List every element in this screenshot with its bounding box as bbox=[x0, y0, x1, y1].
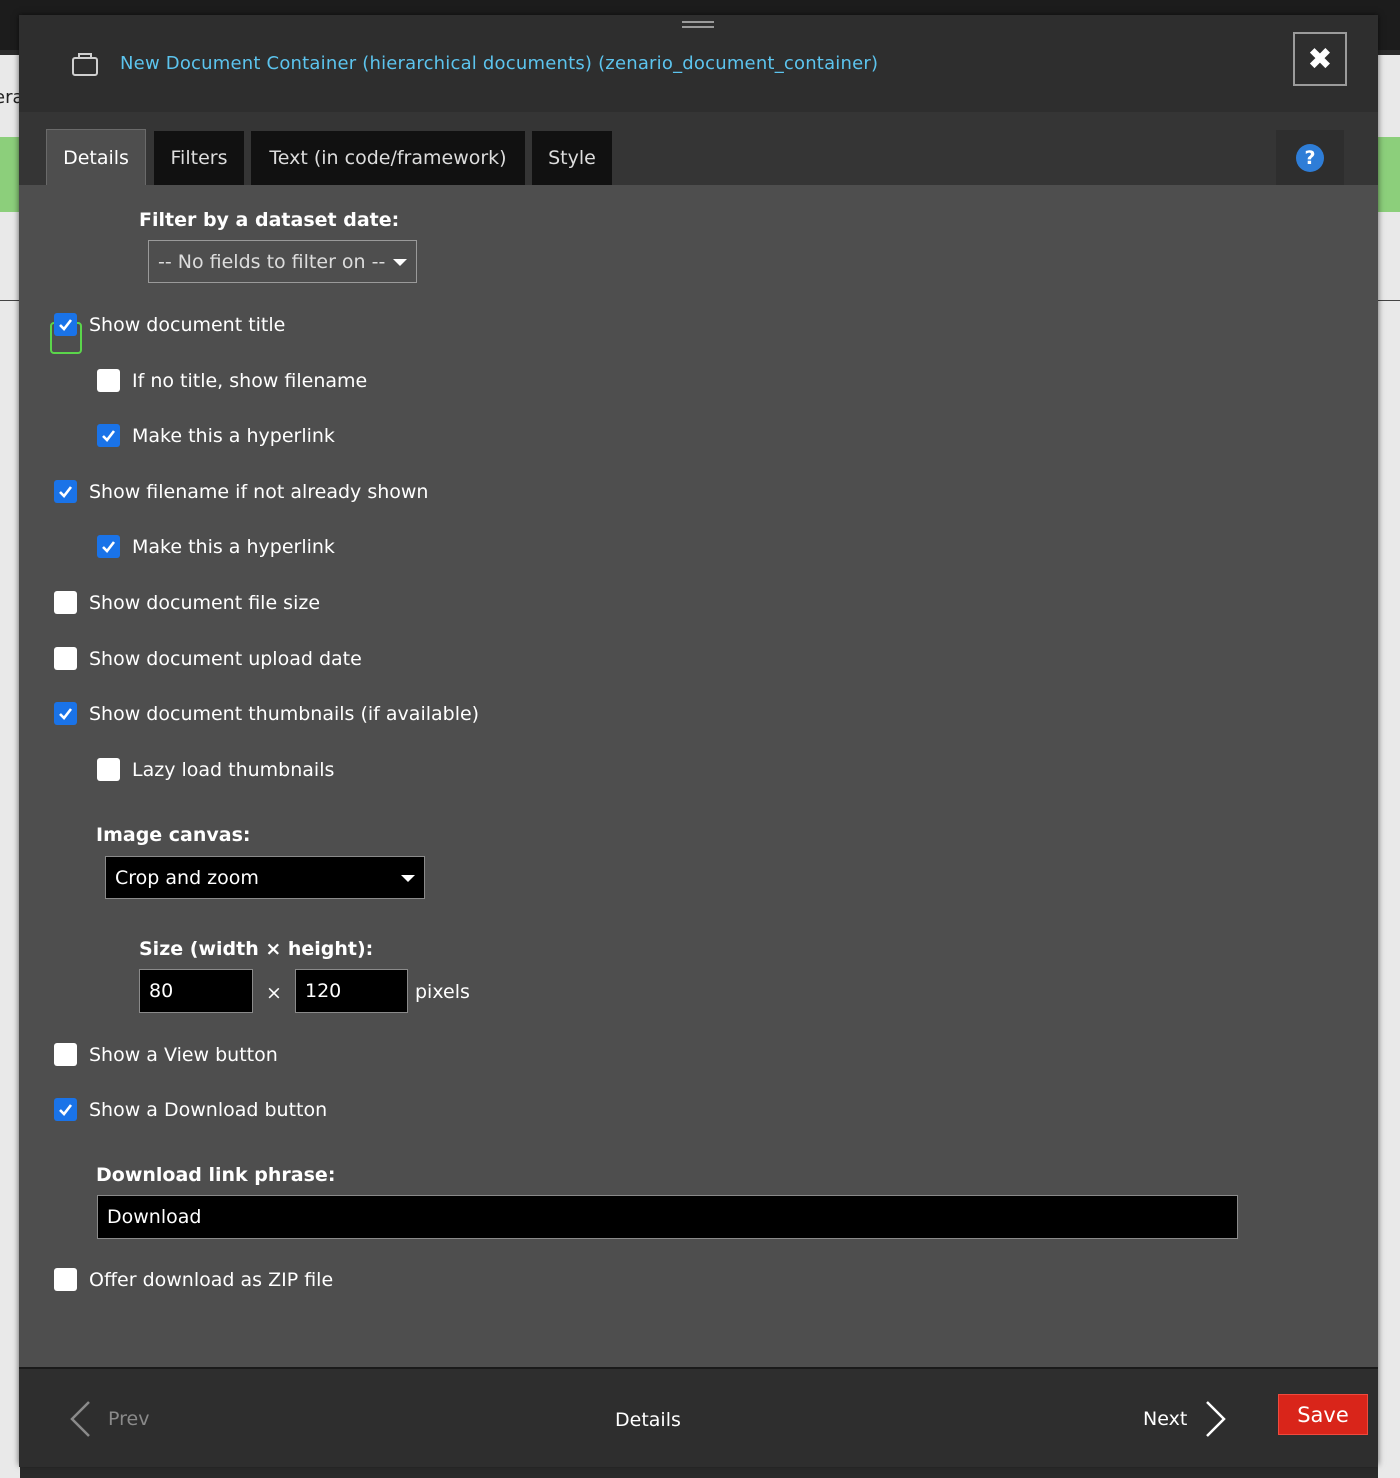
option-show-filename[interactable]: Show filename if not already shown bbox=[54, 480, 428, 503]
checkbox[interactable] bbox=[54, 1098, 77, 1121]
times-symbol: × bbox=[266, 982, 282, 1004]
background-text-fragment: era bbox=[0, 87, 20, 108]
help-icon[interactable]: ? bbox=[1296, 143, 1324, 172]
checkmark-icon bbox=[59, 319, 73, 331]
current-tab-indicator: Details bbox=[615, 1409, 681, 1431]
checkbox[interactable] bbox=[54, 702, 77, 725]
option-label: Show a View button bbox=[89, 1043, 278, 1066]
option-offer-zip[interactable]: Offer download as ZIP file bbox=[54, 1268, 333, 1291]
checkbox[interactable] bbox=[97, 758, 120, 781]
details-panel: Filter by a dataset date: -- No fields t… bbox=[19, 185, 1378, 1365]
checkmark-icon bbox=[59, 486, 73, 498]
option-show-document-title[interactable]: Show document title bbox=[54, 313, 285, 336]
checkmark-icon bbox=[59, 708, 73, 720]
option-show-thumbnails[interactable]: Show document thumbnails (if available) bbox=[54, 702, 479, 725]
container-icon bbox=[72, 53, 98, 76]
next-label: Next bbox=[1143, 1408, 1188, 1430]
option-label: Show document upload date bbox=[89, 647, 362, 670]
background-left-strip: era in bbox=[0, 55, 20, 1478]
image-canvas-value: Crop and zoom bbox=[115, 866, 259, 889]
checkbox[interactable] bbox=[97, 535, 120, 558]
background-divider bbox=[1378, 300, 1400, 301]
prev-label: Prev bbox=[108, 1408, 150, 1430]
checkbox[interactable] bbox=[97, 424, 120, 447]
option-filename-hyperlink[interactable]: Make this a hyperlink bbox=[97, 535, 335, 558]
checkmark-icon bbox=[102, 541, 116, 553]
checkbox[interactable] bbox=[54, 1043, 77, 1066]
background-success-bar bbox=[1378, 137, 1400, 212]
pixels-unit-label: pixels bbox=[415, 981, 470, 1003]
filter-date-label: Filter by a dataset date: bbox=[139, 209, 400, 231]
option-lazy-load-thumbnails[interactable]: Lazy load thumbnails bbox=[97, 758, 334, 781]
download-phrase-input[interactable]: Download bbox=[97, 1195, 1238, 1239]
width-input[interactable]: 80 bbox=[139, 969, 253, 1013]
checkbox[interactable] bbox=[54, 591, 77, 614]
option-label: Lazy load thumbnails bbox=[132, 758, 335, 781]
dialog-footer: Prev Details Next Save bbox=[19, 1367, 1378, 1467]
checkbox[interactable] bbox=[54, 313, 77, 336]
option-show-view-button[interactable]: Show a View button bbox=[54, 1043, 278, 1066]
background-divider bbox=[0, 300, 20, 301]
option-show-filename-if-no-title[interactable]: If no title, show filename bbox=[97, 369, 367, 392]
checkbox[interactable] bbox=[54, 1268, 77, 1291]
option-label: Make this a hyperlink bbox=[132, 424, 335, 447]
tab-filters[interactable]: Filters bbox=[154, 131, 244, 185]
chevron-down-icon bbox=[401, 874, 415, 882]
tab-text[interactable]: Text (in code/framework) bbox=[251, 131, 525, 185]
close-button[interactable]: ✖ bbox=[1293, 32, 1347, 86]
size-label: Size (width × height): bbox=[139, 938, 374, 960]
option-label: Show document thumbnails (if available) bbox=[89, 702, 480, 725]
checkmark-icon bbox=[102, 430, 116, 442]
filter-date-select[interactable]: -- No fields to filter on -- bbox=[148, 240, 417, 283]
option-label: Show filename if not already shown bbox=[89, 480, 429, 503]
background-success-bar bbox=[0, 137, 20, 212]
chevron-right-icon bbox=[1206, 1401, 1227, 1437]
option-label: Show a Download button bbox=[89, 1098, 328, 1121]
option-label: Offer download as ZIP file bbox=[89, 1268, 334, 1291]
checkbox[interactable] bbox=[54, 647, 77, 670]
chevron-down-icon bbox=[393, 258, 407, 266]
background-right-strip bbox=[1378, 55, 1400, 1478]
image-canvas-label: Image canvas: bbox=[96, 824, 251, 846]
option-show-file-size[interactable]: Show document file size bbox=[54, 591, 320, 614]
option-show-download-button[interactable]: Show a Download button bbox=[54, 1098, 327, 1121]
option-label: If no title, show filename bbox=[132, 369, 368, 392]
filter-date-value: -- No fields to filter on -- bbox=[158, 250, 386, 273]
tab-details[interactable]: Details bbox=[46, 129, 146, 185]
next-button[interactable]: Next bbox=[1143, 1399, 1227, 1439]
checkbox[interactable] bbox=[97, 369, 120, 392]
checkmark-icon bbox=[59, 1104, 73, 1116]
option-label: Show document file size bbox=[89, 591, 321, 614]
tab-style[interactable]: Style bbox=[532, 131, 612, 185]
download-phrase-label: Download link phrase: bbox=[96, 1164, 336, 1186]
image-canvas-select[interactable]: Crop and zoom bbox=[105, 856, 425, 899]
dialog-header: New Document Container (hierarchical doc… bbox=[19, 15, 1378, 114]
option-label: Show document title bbox=[89, 313, 286, 336]
height-input[interactable]: 120 bbox=[295, 969, 408, 1013]
save-button[interactable]: Save bbox=[1278, 1394, 1368, 1435]
drag-handle-icon[interactable] bbox=[682, 19, 714, 33]
option-label: Make this a hyperlink bbox=[132, 535, 335, 558]
dialog-title: New Document Container (hierarchical doc… bbox=[120, 53, 879, 74]
plugin-settings-dialog: New Document Container (hierarchical doc… bbox=[19, 15, 1378, 1467]
tab-bar: Details Filters Text (in code/framework)… bbox=[19, 112, 1378, 185]
prev-button[interactable]: Prev bbox=[69, 1399, 149, 1439]
checkbox[interactable] bbox=[54, 480, 77, 503]
help-button-container: ? bbox=[1276, 130, 1344, 185]
option-show-upload-date[interactable]: Show document upload date bbox=[54, 647, 362, 670]
option-title-hyperlink[interactable]: Make this a hyperlink bbox=[97, 424, 335, 447]
chevron-left-icon bbox=[70, 1401, 90, 1437]
